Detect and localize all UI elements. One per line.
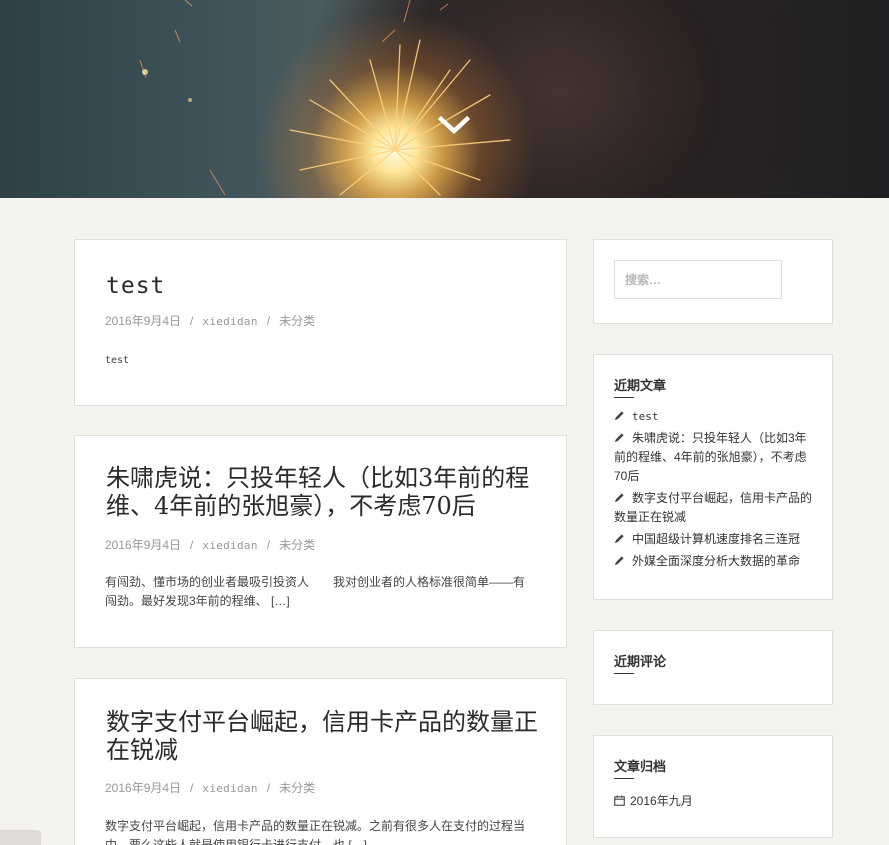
post-category[interactable]: 未分类 <box>279 314 315 328</box>
post-date[interactable]: 2016年9月4日 <box>105 538 181 552</box>
post-author[interactable]: xiedidan <box>202 539 257 552</box>
post-category[interactable]: 未分类 <box>279 538 315 552</box>
recent-posts-widget: 近期文章 test 朱啸虎说：只投年轻人（比如3年前的程维、4年前的张旭豪），不… <box>593 354 833 600</box>
post-author[interactable]: xiedidan <box>202 782 257 795</box>
post-date[interactable]: 2016年9月4日 <box>105 314 181 328</box>
post-meta: 2016年9月4日 / xiedidan / 未分类 <box>105 779 315 796</box>
sparkler-image <box>139 0 511 196</box>
meta-separator: / <box>190 538 194 552</box>
post-author[interactable]: xiedidan <box>202 315 257 328</box>
post-title[interactable]: 朱啸虎说：只投年轻人（比如3年前的程维、4年前的张旭豪），不考虑70后 <box>106 464 538 520</box>
recent-post-link[interactable]: test <box>632 410 659 423</box>
recent-posts-list: test 朱啸虎说：只投年轻人（比如3年前的程维、4年前的张旭豪），不考虑70后… <box>614 407 814 574</box>
widget-title: 近期评论 <box>614 651 666 674</box>
search-input[interactable] <box>614 260 782 299</box>
post-meta: 2016年9月4日 / xiedidan / 未分类 <box>105 536 315 553</box>
recent-post-item[interactable]: 朱啸虎说：只投年轻人（比如3年前的程维、4年前的张旭豪），不考虑70后 <box>614 429 814 486</box>
post-excerpt: 数字支付平台崛起，信用卡产品的数量正在锐减。之前有很多人在支付的过程当中，要么这… <box>105 819 526 845</box>
recent-post-link[interactable]: 中国超级计算机速度排名三连冠 <box>632 532 800 546</box>
post-card: 朱啸虎说：只投年轻人（比如3年前的程维、4年前的张旭豪），不考虑70后 2016… <box>74 435 567 648</box>
calendar-icon <box>614 795 625 806</box>
recent-post-link[interactable]: 数字支付平台崛起，信用卡产品的数量正在锐减 <box>614 491 812 524</box>
pencil-icon <box>614 534 624 544</box>
post-meta: 2016年9月4日 / xiedidan / 未分类 <box>105 312 315 329</box>
post-title[interactable]: 数字支付平台崛起，信用卡产品的数量正在锐减 <box>106 708 538 764</box>
post-card: test 2016年9月4日 / xiedidan / 未分类 test <box>74 239 567 406</box>
recent-post-item[interactable]: 外媒全面深度分析大数据的革命 <box>614 552 814 571</box>
post-excerpt: test <box>105 355 130 366</box>
recent-post-item[interactable]: 中国超级计算机速度排名三连冠 <box>614 530 814 549</box>
post-title[interactable]: test <box>106 272 538 300</box>
pencil-icon <box>614 433 624 443</box>
archive-link[interactable]: 2016年九月 <box>630 792 693 809</box>
recent-post-item[interactable]: 数字支付平台崛起，信用卡产品的数量正在锐减 <box>614 489 814 527</box>
hero-banner <box>0 0 889 198</box>
post-date[interactable]: 2016年9月4日 <box>105 781 181 795</box>
widget-title: 文章归档 <box>614 756 666 779</box>
recent-post-link[interactable]: 外媒全面深度分析大数据的革命 <box>632 554 800 568</box>
pencil-icon <box>614 411 624 421</box>
corner-tab[interactable] <box>0 830 41 845</box>
pencil-icon <box>614 556 624 566</box>
post-category[interactable]: 未分类 <box>279 781 315 795</box>
post-excerpt: 有闯劲、懂市场的创业者最吸引投资人 我对创业者的人格标准很简单——有闯劲。最好发… <box>105 575 526 608</box>
meta-separator: / <box>190 314 194 328</box>
archive-item[interactable]: 2016年九月 <box>614 792 693 809</box>
chevron-down-icon[interactable] <box>438 113 470 137</box>
meta-separator: / <box>266 781 271 795</box>
recent-comments-widget: 近期评论 <box>593 630 833 705</box>
pencil-icon <box>614 493 624 503</box>
meta-separator: / <box>266 538 271 552</box>
search-widget <box>593 239 833 324</box>
meta-separator: / <box>190 781 194 795</box>
post-card: 数字支付平台崛起，信用卡产品的数量正在锐减 2016年9月4日 / xiedidan… <box>74 678 567 845</box>
recent-post-item[interactable]: test <box>614 407 814 426</box>
archives-widget: 文章归档 2016年九月 <box>593 735 833 838</box>
widget-title: 近期文章 <box>614 375 666 398</box>
meta-separator: / <box>266 314 271 328</box>
recent-post-link[interactable]: 朱啸虎说：只投年轻人（比如3年前的程维、4年前的张旭豪），不考虑70后 <box>614 431 807 483</box>
